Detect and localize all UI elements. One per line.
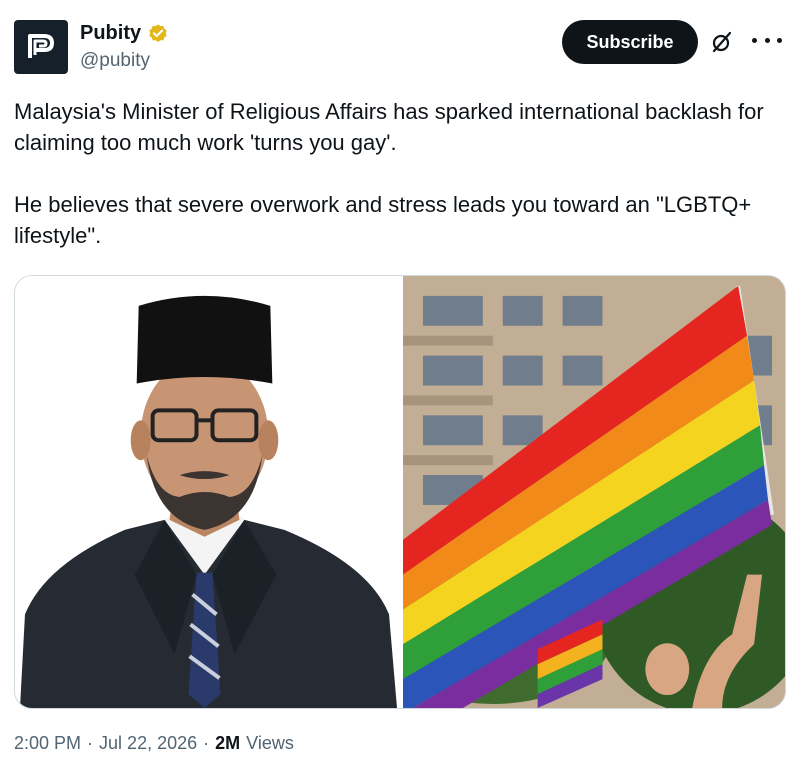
grok-icon[interactable] [710, 30, 734, 54]
name-row: Pubity [80, 22, 169, 45]
pubity-logo-icon [28, 34, 54, 58]
minister-portrait-image[interactable] [15, 276, 397, 708]
display-name[interactable]: Pubity [80, 22, 141, 45]
meta-separator: · [87, 733, 94, 753]
avatar[interactable] [14, 20, 68, 74]
views-label: Views [246, 733, 294, 753]
tweet-paragraph-1: Malaysia's Minister of Religious Affairs… [14, 99, 764, 155]
tweet-text: Malaysia's Minister of Religious Affairs… [14, 96, 774, 251]
more-dots-icon[interactable] [752, 28, 782, 52]
media-grid [14, 275, 786, 709]
tweet-date[interactable]: Jul 22, 2026 [99, 733, 197, 754]
tweet-header: Pubity @pubity Subscribe [14, 20, 786, 76]
subscribe-button[interactable]: Subscribe [562, 20, 698, 64]
verified-badge-icon [149, 23, 167, 42]
tweet-paragraph-2: He believes that severe overwork and str… [14, 192, 752, 248]
tweet-meta: 2:00 PM · Jul 22, 2026 · 2M Views [14, 733, 294, 754]
pride-flags-image[interactable] [403, 276, 785, 708]
views-count: 2M [215, 733, 241, 753]
tweet-card: Pubity @pubity Subscribe Malaysia's Mini… [0, 0, 800, 765]
handle[interactable]: @pubity [80, 50, 150, 72]
tweet-time[interactable]: 2:00 PM [14, 733, 81, 754]
meta-separator: · [203, 733, 210, 753]
